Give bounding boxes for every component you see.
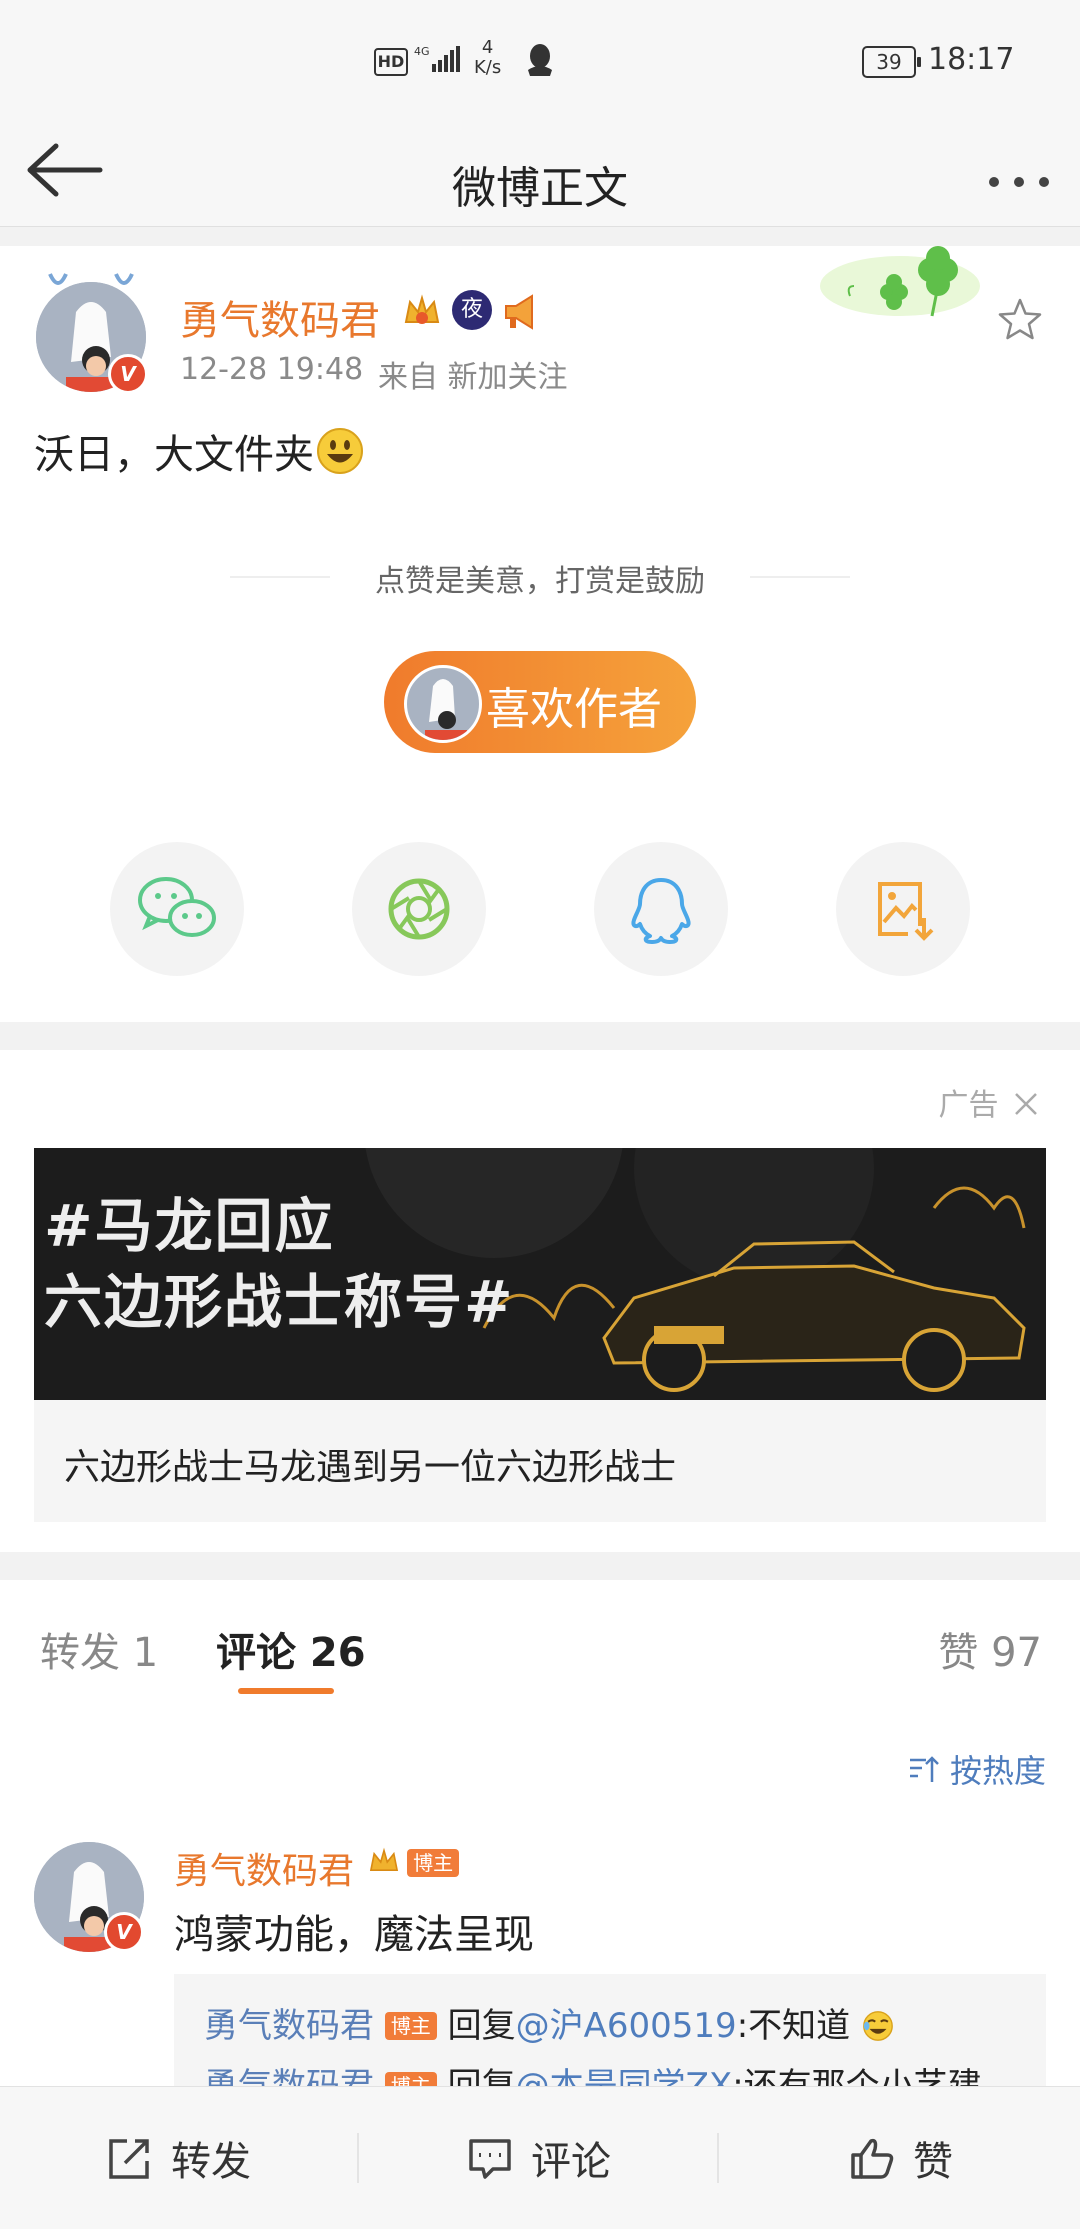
- ad-caption-box[interactable]: 六边形战士马龙遇到另一位六边形战士: [34, 1400, 1046, 1522]
- comment-list: 按热度 V 勇气数码君 博主 鸿蒙功能，魔法呈现 勇气数码君 博主 回复@沪A6…: [0, 1702, 1080, 2086]
- speed-value: 4: [481, 37, 494, 58]
- post-date: 12-28 19:48: [180, 352, 364, 387]
- repost-icon: [109, 2139, 149, 2179]
- reward-tip: 点赞是美意，打赏是鼓励: [375, 564, 705, 599]
- page-title: 微博正文: [452, 163, 628, 214]
- repost-label: 转发: [171, 2139, 251, 2185]
- more-button[interactable]: [974, 146, 1064, 206]
- ad-label[interactable]: 广告: [938, 1080, 1040, 1124]
- divider-right: [750, 576, 850, 578]
- post-author[interactable]: 勇气数码君: [180, 288, 380, 346]
- share-wechat-button[interactable]: [110, 842, 244, 976]
- favorite-star-button[interactable]: [996, 296, 1044, 348]
- reply-verb: 回复: [447, 2066, 516, 2086]
- reply-verb: 回复: [447, 2006, 516, 2046]
- ad-headline-line2: 六边形战士称号#: [44, 1268, 515, 1336]
- megaphone-icon: [500, 290, 544, 338]
- ad-label-text: 广告: [938, 1088, 999, 1123]
- reply-mention[interactable]: @沪A600519: [516, 2006, 737, 2046]
- ad-banner-image[interactable]: #马龙回应 六边形战士称号#: [34, 1148, 1046, 1400]
- author-role-tag: 博主: [407, 1849, 460, 1877]
- ad-headline-line1: #马龙回应: [44, 1192, 335, 1260]
- like-label: 赞: [913, 2139, 953, 2185]
- ad-card[interactable]: 广告 #马龙回应 六边形战士称号# 六边形战士马龙遇到另一位六边形战士: [0, 1050, 1080, 1552]
- reply-text: :不知道: [736, 2006, 851, 2046]
- qq-notification-icon: [524, 42, 556, 82]
- tab-repost[interactable]: 转发 1: [40, 1620, 158, 1678]
- separator: [357, 2133, 359, 2183]
- laugh-cry-emoji-icon: [863, 2011, 893, 2041]
- moments-aperture-icon: [388, 878, 450, 940]
- reply-mention[interactable]: @本是同学ZX: [516, 2066, 733, 2086]
- reply-text: :还有那个小艺建: [732, 2066, 982, 2086]
- post-content: 沃日，大文件夹: [34, 422, 364, 480]
- hd-indicator: HD: [374, 48, 408, 76]
- network-type: 4G: [414, 45, 430, 58]
- tab-active-indicator: [238, 1688, 334, 1694]
- comment-text: 鸿蒙功能，魔法呈现: [174, 1912, 534, 1958]
- night-badge-icon: 夜: [452, 290, 492, 330]
- crown-ears-icon: [30, 266, 150, 310]
- reply-author[interactable]: 勇气数码君: [204, 2066, 374, 2086]
- like-author-avatar: [404, 665, 482, 743]
- reply-role-tag: 博主: [384, 2072, 437, 2086]
- post-source: 来自 新加关注: [378, 360, 568, 395]
- tab-comment[interactable]: 评论 26: [216, 1620, 366, 1678]
- tab-like[interactable]: 赞 97: [938, 1620, 1042, 1678]
- ad-headline: #马龙回应 六边形战士称号#: [44, 1188, 515, 1340]
- sort-icon: [909, 1756, 939, 1782]
- reply-author[interactable]: 勇气数码君: [204, 2006, 374, 2046]
- tab-bar: 转发 1 评论 26 赞 97: [0, 1580, 1080, 1703]
- vip-crown-icon: [369, 1847, 399, 1871]
- clover-decoration-icon: [800, 246, 980, 340]
- like-author-label: 喜欢作者: [486, 684, 662, 735]
- navigation-bar: 微博正文: [0, 126, 1080, 227]
- star-icon: [998, 298, 1042, 340]
- qq-icon: [631, 878, 691, 944]
- vip-crown-icon: [400, 290, 444, 338]
- comment-label: 评论: [531, 2139, 611, 2185]
- save-image-icon: [878, 882, 934, 941]
- separator: [717, 2133, 719, 2183]
- more-dots-icon: [989, 177, 1049, 187]
- smile-emoji-icon: [317, 428, 363, 474]
- comment-author[interactable]: 勇气数码君: [174, 1842, 354, 1894]
- save-image-button[interactable]: [836, 842, 970, 976]
- reply-role-tag: 博主: [384, 2012, 437, 2040]
- network-speed: 4 K/s: [474, 38, 501, 78]
- sort-button[interactable]: 按热度: [908, 1746, 1046, 1792]
- like-button[interactable]: 赞: [720, 2087, 1080, 2229]
- close-icon[interactable]: [1012, 1090, 1040, 1118]
- thumbs-up-icon: [851, 2138, 894, 2179]
- sort-label: 按热度: [949, 1752, 1046, 1790]
- signal-icon: 4G: [412, 44, 462, 78]
- repost-button[interactable]: 转发: [0, 2087, 356, 2229]
- comment-icon: [469, 2139, 511, 2179]
- share-qq-button[interactable]: [594, 842, 728, 976]
- speed-unit: K/s: [474, 57, 502, 78]
- comment-role-badge: 博主: [366, 1844, 460, 1880]
- verified-badge-icon: V: [108, 354, 148, 394]
- share-moments-button[interactable]: [352, 842, 486, 976]
- bottom-action-bar: 转发 评论 赞: [0, 2086, 1080, 2229]
- post-text: 沃日，大文件夹: [34, 432, 314, 478]
- reply-line: 勇气数码君 博主 回复@本是同学ZX:还有那个小艺建: [204, 2058, 982, 2086]
- reply-preview-box[interactable]: 勇气数码君 博主 回复@沪A600519:不知道 勇气数码君 博主 回复@本是同…: [174, 1974, 1046, 2086]
- ad-caption: 六边形战士马龙遇到另一位六边形战士: [64, 1447, 677, 1488]
- status-bar: HD 4G 4 K/s 39 18:17: [0, 0, 1080, 126]
- wechat-icon: [138, 877, 216, 937]
- post-card: V 勇气数码君 夜 12-28 19:48 来自 新加关注 沃日，大文件夹 点赞…: [0, 246, 1080, 1022]
- battery-indicator: 39: [862, 46, 921, 78]
- comment-button[interactable]: 评论: [360, 2087, 716, 2229]
- clock: 18:17: [928, 42, 1015, 77]
- like-author-button[interactable]: 喜欢作者: [384, 651, 696, 753]
- comment-verified-badge-icon: V: [104, 1912, 144, 1952]
- reply-line: 勇气数码君 博主 回复@沪A600519:不知道: [204, 1998, 895, 2047]
